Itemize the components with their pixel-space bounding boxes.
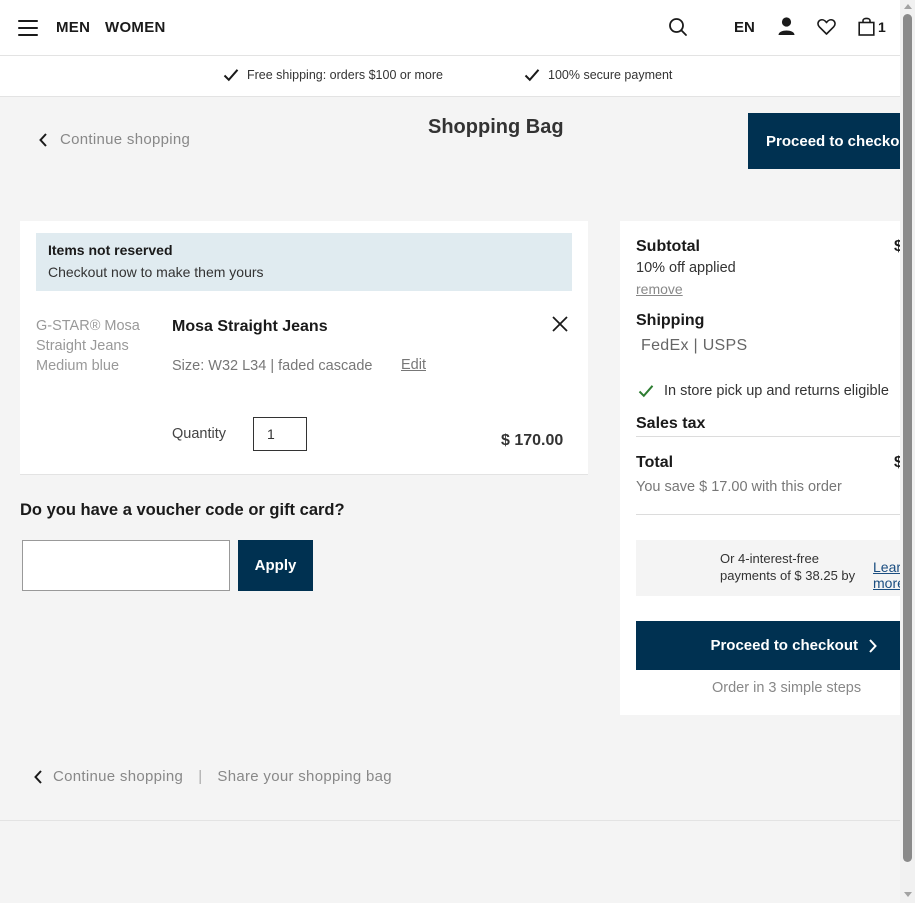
quantity-input[interactable] [253,417,307,451]
usp-shipping: Free shipping: orders $100 or more [223,68,443,82]
bag-item-card: Items not reserved Checkout now to make … [20,221,588,475]
page: MEN WOMEN EN 1 Free shipping: orders $10… [0,0,900,903]
afterpay-banner: Or 4-interest-free payments of $ 38.25 b… [636,540,900,596]
discount-text: 10% off applied [636,260,736,276]
check-icon [524,69,540,82]
scroll-up-arrow-icon[interactable] [904,4,912,9]
language-selector[interactable]: EN [734,19,755,36]
savings-text: You save $ 17.00 with this order [636,479,842,495]
divider [636,514,900,515]
notice-title: Items not reserved [48,242,173,258]
pickup-eligible: In store pick up and returns eligible [638,383,889,399]
product-size: Size: W32 L34 | faded cascade [172,358,373,374]
checkout-label: Proceed to checkout [710,637,858,654]
proceed-to-checkout-button[interactable]: Proceed to checkout [636,621,900,670]
wishlist-icon[interactable] [817,16,836,38]
continue-shopping-link[interactable]: Continue shopping [38,131,190,148]
subtotal-label: Subtotal [636,238,700,255]
usp-shipping-text: Free shipping: orders $100 or more [247,68,443,82]
check-icon [223,69,239,82]
nav-women[interactable]: WOMEN [105,19,166,36]
site-header: MEN WOMEN EN 1 [0,0,900,56]
menu-icon[interactable] [18,20,38,36]
check-icon [638,385,654,398]
page-title: Shopping Bag [428,116,564,138]
product-image[interactable]: G-STAR® Mosa Straight Jeans Medium blue [36,316,156,376]
scroll-down-arrow-icon[interactable] [904,892,912,897]
afterpay-text: Or 4-interest-free payments of $ 38.25 b… [720,551,856,583]
afterpay-learn-more-link[interactable]: Learn more [873,559,900,591]
sales-tax-label: Sales tax [636,415,706,432]
voucher-input[interactable] [22,540,230,591]
proceed-to-checkout-button-top[interactable]: Proceed to checkout [748,113,900,169]
usp-payment: 100% secure payment [524,68,672,82]
bottom-links: Continue shopping | Share your shopping … [33,768,392,785]
quantity-label: Quantity [172,426,226,442]
voucher-title: Do you have a voucher code or gift card? [20,501,345,519]
continue-shopping-label: Continue shopping [60,131,191,148]
notice-text: Checkout now to make them yours [48,264,264,280]
cart-count[interactable]: 1 [878,19,886,35]
checkout-steps-text: Order in 3 simple steps [712,680,862,696]
usp-payment-text: 100% secure payment [548,68,673,82]
footer-divider [0,820,900,821]
usp-bar: Free shipping: orders $100 or more 100% … [0,56,900,97]
account-icon[interactable] [778,16,795,38]
apply-button[interactable]: Apply [238,540,313,591]
scrollbar[interactable] [900,0,915,903]
bag-icon[interactable] [858,16,875,38]
chevron-right-icon [869,638,877,653]
share-bag-link[interactable]: Share your shopping bag [217,768,392,785]
remove-discount-link[interactable]: remove [636,281,683,297]
product-price: $ 170.00 [501,432,564,449]
total-label: Total [636,454,674,471]
divider [636,436,900,437]
product-name[interactable]: Mosa Straight Jeans [172,318,328,336]
scroll-thumb[interactable] [903,14,912,862]
chevron-left-icon [39,132,47,147]
order-summary: Subtotal $ 10% off applied remove Shippi… [620,221,900,715]
pickup-text: In store pick up and returns eligible [664,383,889,399]
reservation-notice: Items not reserved Checkout now to make … [36,233,572,291]
chevron-left-icon [34,769,42,784]
nav-men[interactable]: MEN [56,19,90,36]
separator: | [198,768,203,785]
close-icon[interactable] [551,315,569,333]
search-icon[interactable] [668,16,688,38]
edit-link[interactable]: Edit [401,357,426,373]
shipping-label: Shipping [636,312,705,329]
shipping-carriers: FedEx | USPS [641,337,748,354]
continue-shopping-link-bottom[interactable]: Continue shopping [53,768,183,785]
